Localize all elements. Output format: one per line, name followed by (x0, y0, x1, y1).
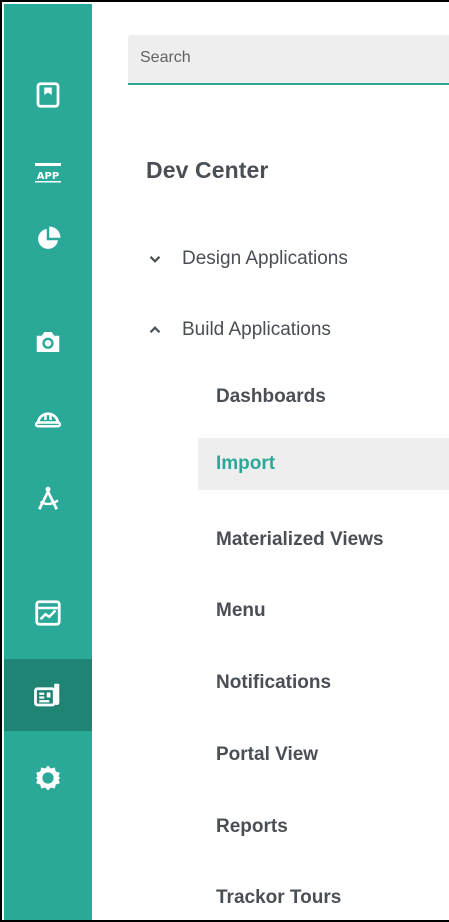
search-input[interactable]: Search (128, 35, 449, 85)
rail-item-pie[interactable] (4, 203, 92, 275)
rail-item-dev-center[interactable] (4, 659, 92, 731)
nav-item-label: Portal View (216, 744, 319, 765)
nav-item-notifications[interactable]: Notifications (198, 657, 449, 709)
nav-item-label: Import (216, 453, 276, 474)
rail-item-settings[interactable] (4, 742, 92, 814)
pie-chart-icon (38, 226, 61, 249)
nav-item-label: Trackor Tours (216, 887, 342, 908)
rail-item-linechart[interactable] (4, 577, 92, 649)
rail-item-compass[interactable] (4, 462, 92, 534)
nav-item-reports[interactable]: Reports (198, 801, 449, 853)
group-label: Design Applications (182, 248, 348, 269)
group-build-applications[interactable]: Build Applications (146, 315, 331, 345)
nav-item-label: Materialized Views (216, 529, 384, 550)
search-placeholder: Search (140, 49, 191, 66)
hard-hat-icon (34, 412, 62, 428)
chevron-up-icon (149, 326, 161, 334)
rail-item-hardhat[interactable] (4, 384, 92, 456)
group-design-applications[interactable]: Design Applications (146, 244, 348, 274)
line-chart-icon (35, 600, 61, 626)
chevron-down-icon (149, 255, 161, 263)
dev-center-panel: Search Dev Center Design Applications Bu… (92, 4, 449, 920)
gear-icon (35, 765, 61, 791)
nav-item-trackor-tours[interactable]: Trackor Tours (198, 872, 449, 920)
rail-item-bookmark[interactable] (4, 59, 92, 131)
rail-item-app[interactable]: APP (4, 136, 92, 208)
bookmark-board-icon (36, 82, 60, 108)
nav-item-label: Menu (216, 600, 266, 621)
nav-item-menu[interactable]: Menu (198, 585, 449, 637)
group-label: Build Applications (182, 319, 331, 340)
nav-item-import[interactable]: Import (198, 438, 449, 490)
page-title: Dev Center (146, 157, 269, 183)
svg-text:APP: APP (37, 171, 59, 182)
icon-rail: APP (4, 4, 92, 920)
dev-center-icon (34, 683, 60, 707)
nav-item-portal-view[interactable]: Portal View (198, 729, 449, 781)
nav-item-label: Reports (216, 816, 288, 837)
nav-item-label: Notifications (216, 672, 332, 693)
nav-item-label: Dashboards (216, 386, 326, 407)
nav-item-materialized-views[interactable]: Materialized Views (198, 514, 449, 566)
app-icon: APP (35, 163, 61, 183)
compass-drafting-icon (38, 486, 59, 510)
nav-item-dashboards[interactable]: Dashboards (198, 371, 449, 423)
rail-item-camera[interactable] (4, 306, 92, 378)
app-frame: APP Search Dev Center Design Application… (0, 0, 449, 922)
camera-icon (36, 332, 60, 352)
